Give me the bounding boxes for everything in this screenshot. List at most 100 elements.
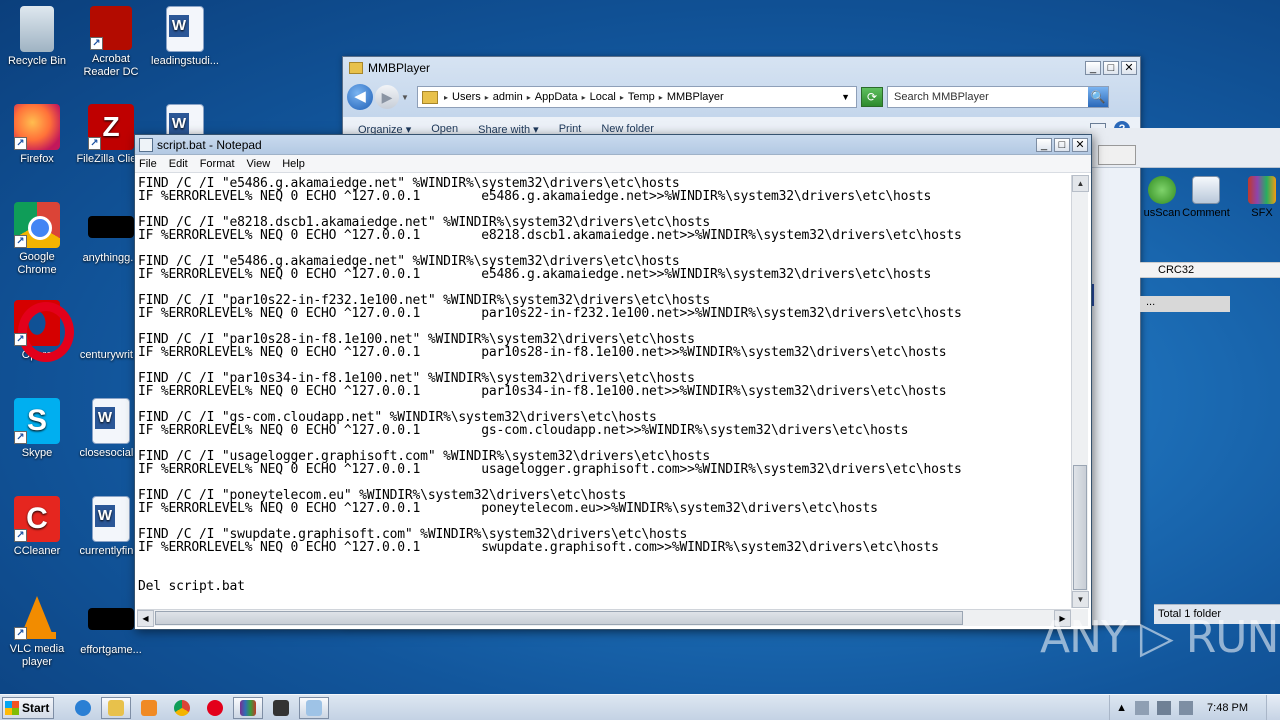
breadcrumb-appdata[interactable]: AppData <box>535 91 578 103</box>
notepad-titlebar[interactable]: script.bat - Notepad _ □ ✕ <box>135 135 1091 155</box>
desktop-icon-acrobat[interactable]: ↗ Acrobat Reader DC <box>74 6 148 79</box>
show-desktop-button[interactable] <box>1266 694 1280 720</box>
minimize-button[interactable]: _ <box>1036 137 1052 152</box>
taskbar-explorer[interactable] <box>101 696 131 719</box>
back-button[interactable]: ◀ <box>347 84 373 110</box>
desktop-icon-label: Recycle Bin <box>7 55 67 67</box>
desktop-icon-opera[interactable]: ↗ Opera <box>0 300 74 362</box>
background-app-panel: usScan Comment SFX CRC32 ... <box>1090 128 1280 626</box>
close-button[interactable]: ✕ <box>1072 137 1088 152</box>
desktop-icon-leadingstudi[interactable]: leadingstudi... <box>148 6 222 68</box>
desktop-icon-label: Acrobat Reader DC <box>83 53 139 78</box>
media-player-icon <box>141 699 157 716</box>
breadcrumb-separator[interactable]: ▸ <box>485 93 489 102</box>
blank-file-icon <box>88 300 134 346</box>
desktop-icon-ccleaner[interactable]: C ↗ CCleaner <box>0 496 74 558</box>
action-center-flag-icon[interactable] <box>1135 700 1150 715</box>
black-thumbnail-icon <box>88 608 134 630</box>
anyrun-watermark: ANY ▷ RUN <box>1040 612 1279 663</box>
refresh-button[interactable]: ⟳ <box>861 87 883 107</box>
horizontal-scrollbar[interactable]: ◀ ▶ <box>137 609 1071 627</box>
breadcrumb-separator[interactable]: ▸ <box>659 93 663 102</box>
desktop-icon-firefox[interactable]: ↗ Firefox <box>0 104 74 166</box>
taskbar-clock[interactable]: 7:48 PM <box>1207 702 1248 714</box>
close-button[interactable]: ✕ <box>1121 61 1137 75</box>
search-input[interactable]: Search MMBPlayer 🔍 <box>887 86 1109 108</box>
word-document-icon <box>92 496 130 542</box>
start-button[interactable]: Start <box>2 696 54 719</box>
desktop-icon-label: Skype <box>21 447 53 459</box>
desktop-icon-label: VLC media player <box>9 643 65 668</box>
minimize-button[interactable]: _ <box>1085 61 1101 75</box>
virus-scan-icon <box>1148 176 1176 204</box>
column-header-label: CRC32 <box>1158 264 1195 276</box>
recent-locations-dropdown[interactable]: ▼ <box>401 93 411 102</box>
network-icon[interactable] <box>1157 700 1172 715</box>
desktop-icon-label: anythingg... <box>82 252 140 264</box>
scroll-left-arrow-icon[interactable]: ◀ <box>137 610 154 627</box>
maximize-button[interactable]: □ <box>1103 61 1119 75</box>
folder-icon <box>108 699 124 716</box>
taskbar-notepad[interactable] <box>299 696 329 719</box>
taskbar-media-player[interactable] <box>134 697 164 719</box>
address-row: ◀ ▶ ▼ ▸ Users ▸ admin ▸ AppData ▸ Local … <box>347 83 1137 111</box>
address-dropdown[interactable]: ▼ <box>841 92 850 102</box>
shortcut-arrow-icon: ↗ <box>14 431 27 444</box>
address-bar[interactable]: ▸ Users ▸ admin ▸ AppData ▸ Local ▸ Temp… <box>417 86 857 108</box>
menu-file[interactable]: File <box>139 158 157 170</box>
desktop-icon-recycle-bin[interactable]: Recycle Bin <box>0 6 74 68</box>
notepad-content[interactable]: FIND /C /I "e5486.g.akamaiedge.net" %WIN… <box>137 175 1071 593</box>
forward-button[interactable]: ▶ <box>375 85 399 109</box>
filezilla-glyph: Z <box>102 111 120 142</box>
breadcrumb-admin[interactable]: admin <box>493 91 523 103</box>
ccleaner-glyph: C <box>26 502 48 535</box>
taskbar-ie[interactable] <box>68 697 98 719</box>
tray-expand-icon[interactable]: ▲ <box>1116 702 1127 714</box>
file-list-row[interactable]: ... <box>1140 296 1230 312</box>
desktop-icon-vlc[interactable]: ↗ VLC media player <box>0 594 74 669</box>
tool-comment[interactable]: Comment <box>1178 176 1234 219</box>
menu-help[interactable]: Help <box>282 158 305 170</box>
breadcrumb-separator[interactable]: ▸ <box>582 93 586 102</box>
breadcrumb-separator[interactable]: ▸ <box>620 93 624 102</box>
desktop-icon-chrome[interactable]: ↗ Google Chrome <box>0 202 74 277</box>
tool-sfx[interactable]: SFX <box>1234 176 1280 219</box>
explorer-titlebar[interactable]: MMBPlayer _ □ ✕ <box>343 57 1140 79</box>
taskbar-chrome[interactable] <box>167 697 197 719</box>
breadcrumb-mmbplayer[interactable]: MMBPlayer <box>667 91 724 103</box>
menu-format[interactable]: Format <box>200 158 235 170</box>
notepad-icon <box>139 137 153 152</box>
search-icon[interactable]: 🔍 <box>1088 87 1108 107</box>
system-tray: ▲ 7:48 PM <box>1109 694 1266 720</box>
breadcrumb-temp[interactable]: Temp <box>628 91 655 103</box>
volume-icon[interactable] <box>1179 700 1194 715</box>
vertical-scrollbar[interactable]: ▲ ▼ <box>1071 175 1089 608</box>
shortcut-arrow-icon: ↗ <box>14 627 27 640</box>
breadcrumb-local[interactable]: Local <box>590 91 616 103</box>
scroll-down-arrow-icon[interactable]: ▼ <box>1072 591 1089 608</box>
notepad-window[interactable]: script.bat - Notepad _ □ ✕ File Edit For… <box>134 134 1092 630</box>
menu-view[interactable]: View <box>247 158 271 170</box>
taskbar-opera[interactable] <box>200 697 230 719</box>
taskbar-save[interactable] <box>266 697 296 719</box>
explorer-title: MMBPlayer <box>368 61 431 75</box>
horizontal-scroll-thumb[interactable] <box>155 611 963 625</box>
notepad-text-editor[interactable]: FIND /C /I "e5486.g.akamaiedge.net" %WIN… <box>137 175 1071 607</box>
menu-edit[interactable]: Edit <box>169 158 188 170</box>
vertical-scroll-thumb[interactable] <box>1073 465 1087 590</box>
tool-label: SFX <box>1251 207 1273 219</box>
breadcrumb-separator: ▸ <box>444 92 449 102</box>
column-header-crc32[interactable]: CRC32 <box>1140 262 1280 278</box>
background-app-button[interactable] <box>1098 145 1136 165</box>
skype-icon: S ↗ <box>14 398 60 444</box>
chrome-icon: ↗ <box>14 202 60 248</box>
desktop-icon-skype[interactable]: S ↗ Skype <box>0 398 74 460</box>
breadcrumb-separator[interactable]: ▸ <box>527 93 531 102</box>
notepad-icon <box>306 699 322 716</box>
scroll-up-arrow-icon[interactable]: ▲ <box>1072 175 1089 192</box>
taskbar-winrar[interactable] <box>233 696 263 719</box>
breadcrumb-users[interactable]: Users <box>452 91 481 103</box>
chrome-icon <box>174 699 190 716</box>
sfx-archive-icon <box>1248 176 1276 204</box>
maximize-button[interactable]: □ <box>1054 137 1070 152</box>
